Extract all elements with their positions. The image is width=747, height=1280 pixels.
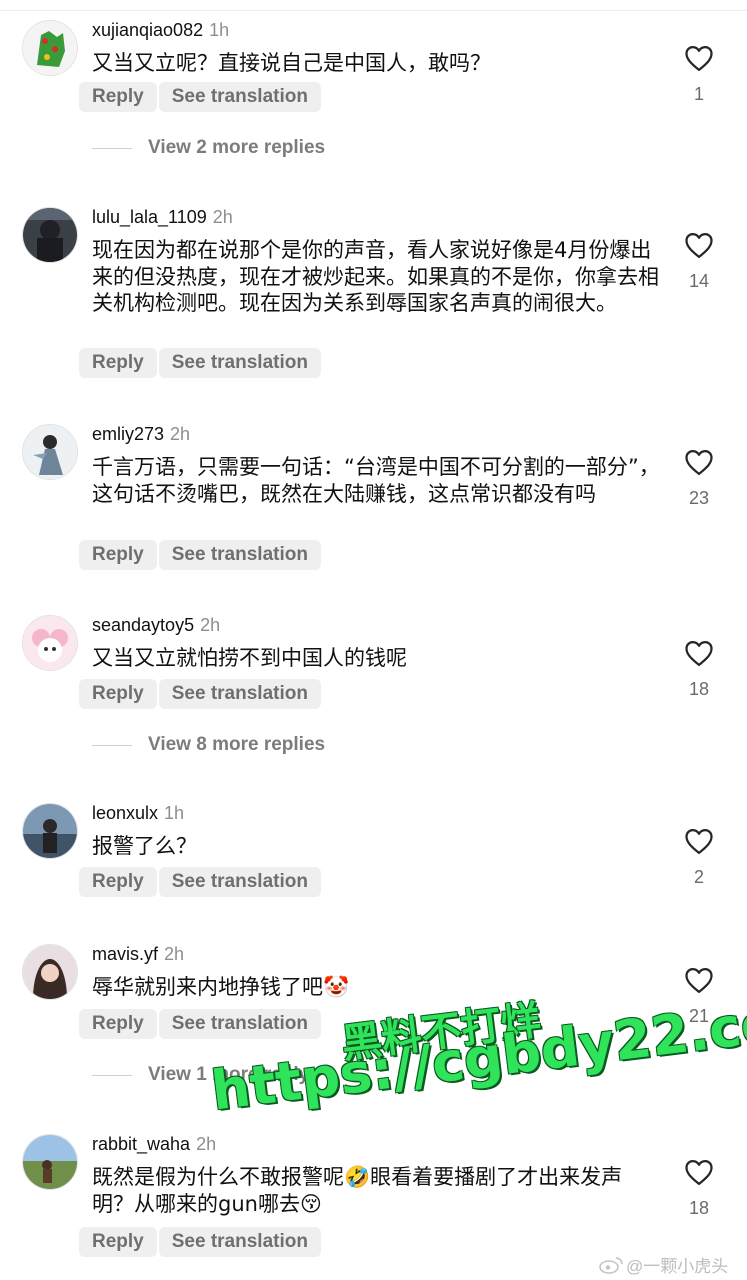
- avatar[interactable]: [22, 424, 78, 480]
- avatar[interactable]: [22, 803, 78, 859]
- reply-button[interactable]: Reply: [79, 82, 157, 112]
- comment-actions: Reply See translation: [79, 1227, 321, 1257]
- username[interactable]: xujianqiao082: [92, 20, 203, 40]
- avatar[interactable]: [22, 615, 78, 671]
- like-count: 18: [688, 679, 710, 699]
- avatar[interactable]: [22, 20, 78, 76]
- like-count: 18: [688, 1198, 710, 1218]
- like-count: 2: [693, 867, 704, 887]
- comment-text: 现在因为都在说那个是你的声音，看人家说好像是4月份爆出来的但没热度，现在才被炒起…: [92, 238, 659, 315]
- like-control: 18: [684, 1158, 714, 1219]
- comment-header: lulu_lala_1109 2h: [92, 207, 233, 228]
- avatar[interactable]: [22, 1134, 78, 1190]
- like-count: 23: [688, 488, 710, 508]
- weibo-logo-icon: [599, 1256, 623, 1274]
- like-control: 23: [684, 448, 714, 509]
- like-control: 18: [684, 639, 714, 700]
- reply-button[interactable]: Reply: [79, 348, 157, 378]
- comment-text: 千言万语，只需要一句话：“台湾是中国不可分割的一部分”，这句话不烫嘴巴，既然在大…: [92, 455, 660, 506]
- comment-time: 2h: [212, 207, 233, 227]
- weibo-watermark: @一颗小虎头: [598, 1252, 728, 1277]
- comment-time: 1h: [164, 803, 185, 823]
- comment-actions: Reply See translation: [79, 679, 321, 709]
- heart-icon[interactable]: [684, 231, 714, 259]
- weibo-handle: @一颗小虎头: [626, 1257, 729, 1276]
- username[interactable]: mavis.yf: [92, 944, 158, 964]
- reply-thread-line: [92, 147, 132, 149]
- comment-header: rabbit_waha 2h: [92, 1134, 216, 1155]
- see-translation-button[interactable]: See translation: [158, 679, 321, 709]
- like-control: 14: [684, 231, 714, 292]
- view-more-replies-label: View 8 more replies: [148, 734, 326, 755]
- username[interactable]: seandaytoy5: [92, 615, 194, 635]
- view-more-replies[interactable]: View 2 more replies: [92, 136, 325, 160]
- view-more-replies-label: View 2 more replies: [148, 137, 326, 158]
- see-translation-button[interactable]: See translation: [158, 1009, 321, 1039]
- reply-button[interactable]: Reply: [79, 1009, 157, 1039]
- see-translation-button[interactable]: See translation: [158, 540, 321, 570]
- comment-header: xujianqiao082 1h: [92, 20, 229, 41]
- comment-time: 2h: [164, 944, 185, 964]
- reply-thread-line: [92, 744, 132, 746]
- username[interactable]: rabbit_waha: [92, 1134, 190, 1154]
- like-control: 2: [684, 827, 714, 888]
- avatar[interactable]: [22, 207, 78, 263]
- comment-time: 2h: [196, 1134, 217, 1154]
- comment-text: 辱华就别来内地挣钱了吧🤡: [92, 975, 350, 999]
- heart-icon[interactable]: [684, 1158, 714, 1186]
- see-translation-button[interactable]: See translation: [158, 1227, 321, 1257]
- comment-text: 又当又立呢？直接说自己是中国人，敢吗？: [92, 51, 491, 75]
- comment-actions: Reply See translation: [79, 1009, 321, 1039]
- reply-button[interactable]: Reply: [79, 679, 157, 709]
- heart-icon[interactable]: [684, 44, 714, 72]
- comment-text: 报警了么？: [92, 834, 197, 858]
- heart-icon[interactable]: [684, 827, 714, 855]
- comment-actions: Reply See translation: [79, 348, 321, 378]
- reply-button[interactable]: Reply: [79, 1227, 157, 1257]
- username[interactable]: leonxulx: [92, 803, 158, 823]
- like-count: 14: [688, 271, 710, 291]
- comment-actions: Reply See translation: [79, 867, 321, 897]
- like-control: 1: [684, 44, 714, 105]
- view-more-replies[interactable]: View 8 more replies: [92, 733, 325, 757]
- comment-actions: Reply See translation: [79, 82, 321, 112]
- reply-button[interactable]: Reply: [79, 867, 157, 897]
- comment-time: 2h: [170, 424, 191, 444]
- avatar[interactable]: [22, 944, 78, 1000]
- top-divider: [0, 10, 747, 11]
- comment-header: emliy273 2h: [92, 424, 190, 445]
- like-count: 1: [693, 84, 704, 104]
- heart-icon[interactable]: [684, 639, 714, 667]
- comment-time: 2h: [200, 615, 221, 635]
- see-translation-button[interactable]: See translation: [158, 82, 321, 112]
- see-translation-button[interactable]: See translation: [158, 867, 321, 897]
- heart-icon[interactable]: [684, 448, 714, 476]
- heart-icon[interactable]: [684, 966, 714, 994]
- username[interactable]: lulu_lala_1109: [92, 207, 207, 227]
- comment-text: 既然是假为什么不敢报警呢🤣眼看着要播剧了才出来发声明？从哪来的gun哪去😚: [92, 1165, 623, 1216]
- comment-time: 1h: [209, 20, 230, 40]
- see-translation-button[interactable]: See translation: [158, 348, 321, 378]
- comment-header: leonxulx 1h: [92, 803, 184, 824]
- comment-header: seandaytoy5 2h: [92, 615, 220, 636]
- reply-thread-line: [92, 1074, 132, 1076]
- comment-header: mavis.yf 2h: [92, 944, 184, 965]
- comment-text: 又当又立就怕捞不到中国人的钱呢: [92, 646, 407, 670]
- comment-actions: Reply See translation: [79, 540, 321, 570]
- reply-button[interactable]: Reply: [79, 540, 157, 570]
- username[interactable]: emliy273: [92, 424, 164, 444]
